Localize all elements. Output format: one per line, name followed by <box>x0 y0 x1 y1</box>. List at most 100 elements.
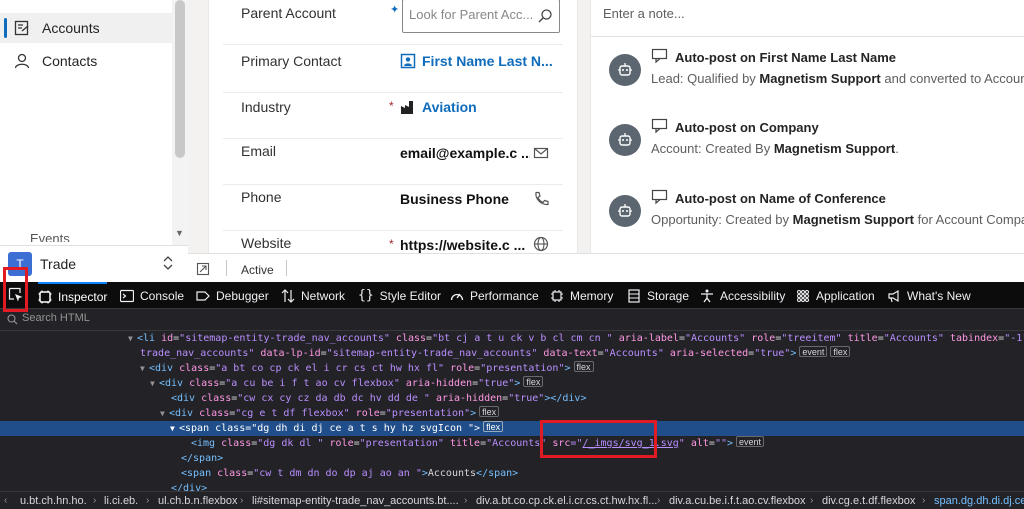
sidebar-item-accounts[interactable]: Accounts <box>0 13 172 43</box>
tag-name: > <box>790 348 797 359</box>
parent-account-lookup[interactable] <box>402 0 560 33</box>
phone-icon[interactable] <box>532 190 550 208</box>
dom-node-li[interactable]: ▼ <li id="sitemap-entity-trade_nav_accoun… <box>0 331 1024 346</box>
element-picker-button[interactable] <box>5 284 27 306</box>
tab-network[interactable]: Network <box>281 282 345 309</box>
sidebar-item-contacts[interactable]: Contacts <box>0 46 172 76</box>
dom-node-div[interactable]: ▼ <div class="a bt co cp ck el i cr cs ct… <box>0 361 1024 376</box>
tag-name: <span <box>179 423 216 434</box>
dom-node-div[interactable]: ▼ <div class="a cu be i f t ao cv flexbox… <box>0 376 1024 391</box>
flex-badge[interactable]: flex <box>479 406 500 417</box>
required-marker: * <box>389 237 394 251</box>
dom-node-div[interactable]: ▼ <div class="cg e t df flexbox" role="pr… <box>0 406 1024 421</box>
tab-label: What's New <box>907 288 971 303</box>
timeline-post[interactable]: Auto-post on First Name Last Name Lead: … <box>609 48 1024 98</box>
tab-inspector[interactable]: Inspector <box>38 282 108 309</box>
breadcrumb-item[interactable]: div.a.cu.be.i.f.t.ao.cv.flexbox <box>669 495 806 507</box>
send-email-icon[interactable] <box>532 144 550 162</box>
breadcrumb-item[interactable]: ul.ch.b.n.flexbox <box>158 495 238 507</box>
sitemap-sidebar: Accounts Contacts Events ▼ T Trade <box>0 0 188 282</box>
tab-application[interactable]: Application <box>796 282 875 309</box>
tab-label: Accessibility <box>720 288 786 303</box>
search-html-input[interactable] <box>22 312 322 324</box>
dom-node-span-selected[interactable]: ▼ <span class="dg dh di dj ce a t s hy hz… <box>0 421 1024 436</box>
braces-icon: {} <box>358 288 374 303</box>
field-label: Email <box>241 143 277 159</box>
accounts-icon <box>12 18 32 38</box>
timeline-post[interactable]: Auto-post on Name of Conference Opportun… <box>609 189 1024 239</box>
scrollbar-thumb[interactable] <box>175 0 185 158</box>
search-icon[interactable] <box>537 8 553 29</box>
area-switcher[interactable]: T Trade <box>0 245 188 282</box>
collapse-triangle-icon[interactable]: ▼ <box>160 406 169 421</box>
auto-post-icon <box>651 48 669 69</box>
attr-value: "Accounts" <box>883 333 944 344</box>
dom-node-close[interactable]: </div> <box>0 481 1024 491</box>
attr-name: role <box>329 438 354 449</box>
flex-badge[interactable]: flex <box>523 376 544 387</box>
chevron-right-icon: › <box>922 495 926 506</box>
parent-account-input[interactable] <box>409 7 535 22</box>
scroll-down-icon[interactable]: ▼ <box>175 228 184 238</box>
tab-memory[interactable]: Memory <box>550 282 613 309</box>
collapse-triangle-icon[interactable]: ▼ <box>150 376 159 391</box>
field-label: Phone <box>241 189 282 205</box>
flex-badge[interactable]: flex <box>483 421 504 432</box>
expand-icon[interactable] <box>196 262 210 281</box>
phone-value[interactable]: Business Phone <box>400 191 509 207</box>
breadcrumb-item[interactable]: div.a.bt.co.cp.ck.el.i.cr.cs.ct.hw.hx.fl… <box>476 495 657 507</box>
tab-debugger[interactable]: Debugger <box>196 282 269 309</box>
flex-badge[interactable]: flex <box>573 361 594 372</box>
tab-style-editor[interactable]: {} Style Editor <box>358 282 441 309</box>
website-value[interactable]: https://website.c ... <box>400 237 525 253</box>
tab-performance[interactable]: Performance <box>450 282 539 309</box>
sidebar-item-events[interactable]: Events <box>30 232 70 242</box>
timeline-post[interactable]: Auto-post on Company Account: Created By… <box>609 118 1024 168</box>
flex-badge[interactable]: flex <box>830 346 851 357</box>
tab-accessibility[interactable]: Accessibility <box>700 282 785 309</box>
post-body: Lead: Qualified by Magnetism Support and… <box>651 71 1024 86</box>
post-title: Auto-post on Company <box>675 120 819 135</box>
tab-label: Debugger <box>216 288 269 303</box>
chevron-right-icon: › <box>146 495 150 506</box>
dom-node-close[interactable]: </span> <box>0 451 1024 466</box>
contact-card-icon <box>400 53 418 71</box>
dom-node-div[interactable]: <div class="cw cx cy cz da db dc hv dd d… <box>0 391 1024 406</box>
divider <box>591 36 1024 37</box>
breadcrumb-item[interactable]: li#sitemap-entity-trade_nav_accounts.bt.… <box>252 495 459 507</box>
attr-value: "presentation" <box>359 438 444 449</box>
email-value[interactable]: email@example.c ... <box>400 145 530 161</box>
tab-whats-new[interactable]: What's New <box>887 282 971 309</box>
tag-name: > <box>727 438 734 449</box>
required-marker: * <box>389 99 394 113</box>
industry-link[interactable]: Aviation <box>422 99 477 115</box>
tag-name: <div <box>169 408 200 419</box>
collapse-triangle-icon[interactable]: ▼ <box>128 331 137 346</box>
breadcrumb-item[interactable]: u.bt.ch.hn.ho. <box>20 495 87 507</box>
dom-node-li-cont[interactable]: trade_nav_accounts" data-lp-id="sitemap-… <box>0 346 1024 361</box>
divider <box>226 260 227 276</box>
sidebar-scrollbar[interactable]: ▼ <box>172 0 188 245</box>
chevron-left-icon[interactable]: ‹ <box>4 495 7 506</box>
note-input[interactable] <box>603 6 1013 21</box>
event-badge[interactable]: event <box>736 436 765 447</box>
tab-console[interactable]: Console <box>120 282 184 309</box>
globe-icon[interactable] <box>532 235 550 253</box>
attr-name: aria-hidden <box>435 393 503 404</box>
collapse-triangle-icon[interactable]: ▼ <box>170 421 179 436</box>
field-label: Parent Account <box>241 5 336 21</box>
breadcrumb-item[interactable]: li.ci.eb. <box>104 495 138 507</box>
breadcrumb-item-current[interactable]: span.dg.dh.di.dj.ce <box>934 495 1024 507</box>
event-badge[interactable]: event <box>799 346 828 357</box>
primary-contact-link[interactable]: First Name Last N... <box>422 53 553 69</box>
dom-node-span[interactable]: <span class="cw t dm dn do dp aj ao an "… <box>0 466 1024 481</box>
dom-node-img[interactable]: <img class="dg dk dl " role="presentatio… <box>0 436 1024 451</box>
tab-storage[interactable]: Storage <box>627 282 689 309</box>
bot-avatar-icon <box>609 195 641 227</box>
storage-icon <box>627 288 641 303</box>
attr-value: " <box>678 438 685 449</box>
collapse-triangle-icon[interactable]: ▼ <box>140 361 149 376</box>
breadcrumb-item[interactable]: div.cg.e.t.df.flexbox <box>822 495 915 507</box>
src-link[interactable]: /_imgs/svg_1.svg <box>582 438 678 449</box>
attr-name: aria-hidden <box>405 378 473 389</box>
